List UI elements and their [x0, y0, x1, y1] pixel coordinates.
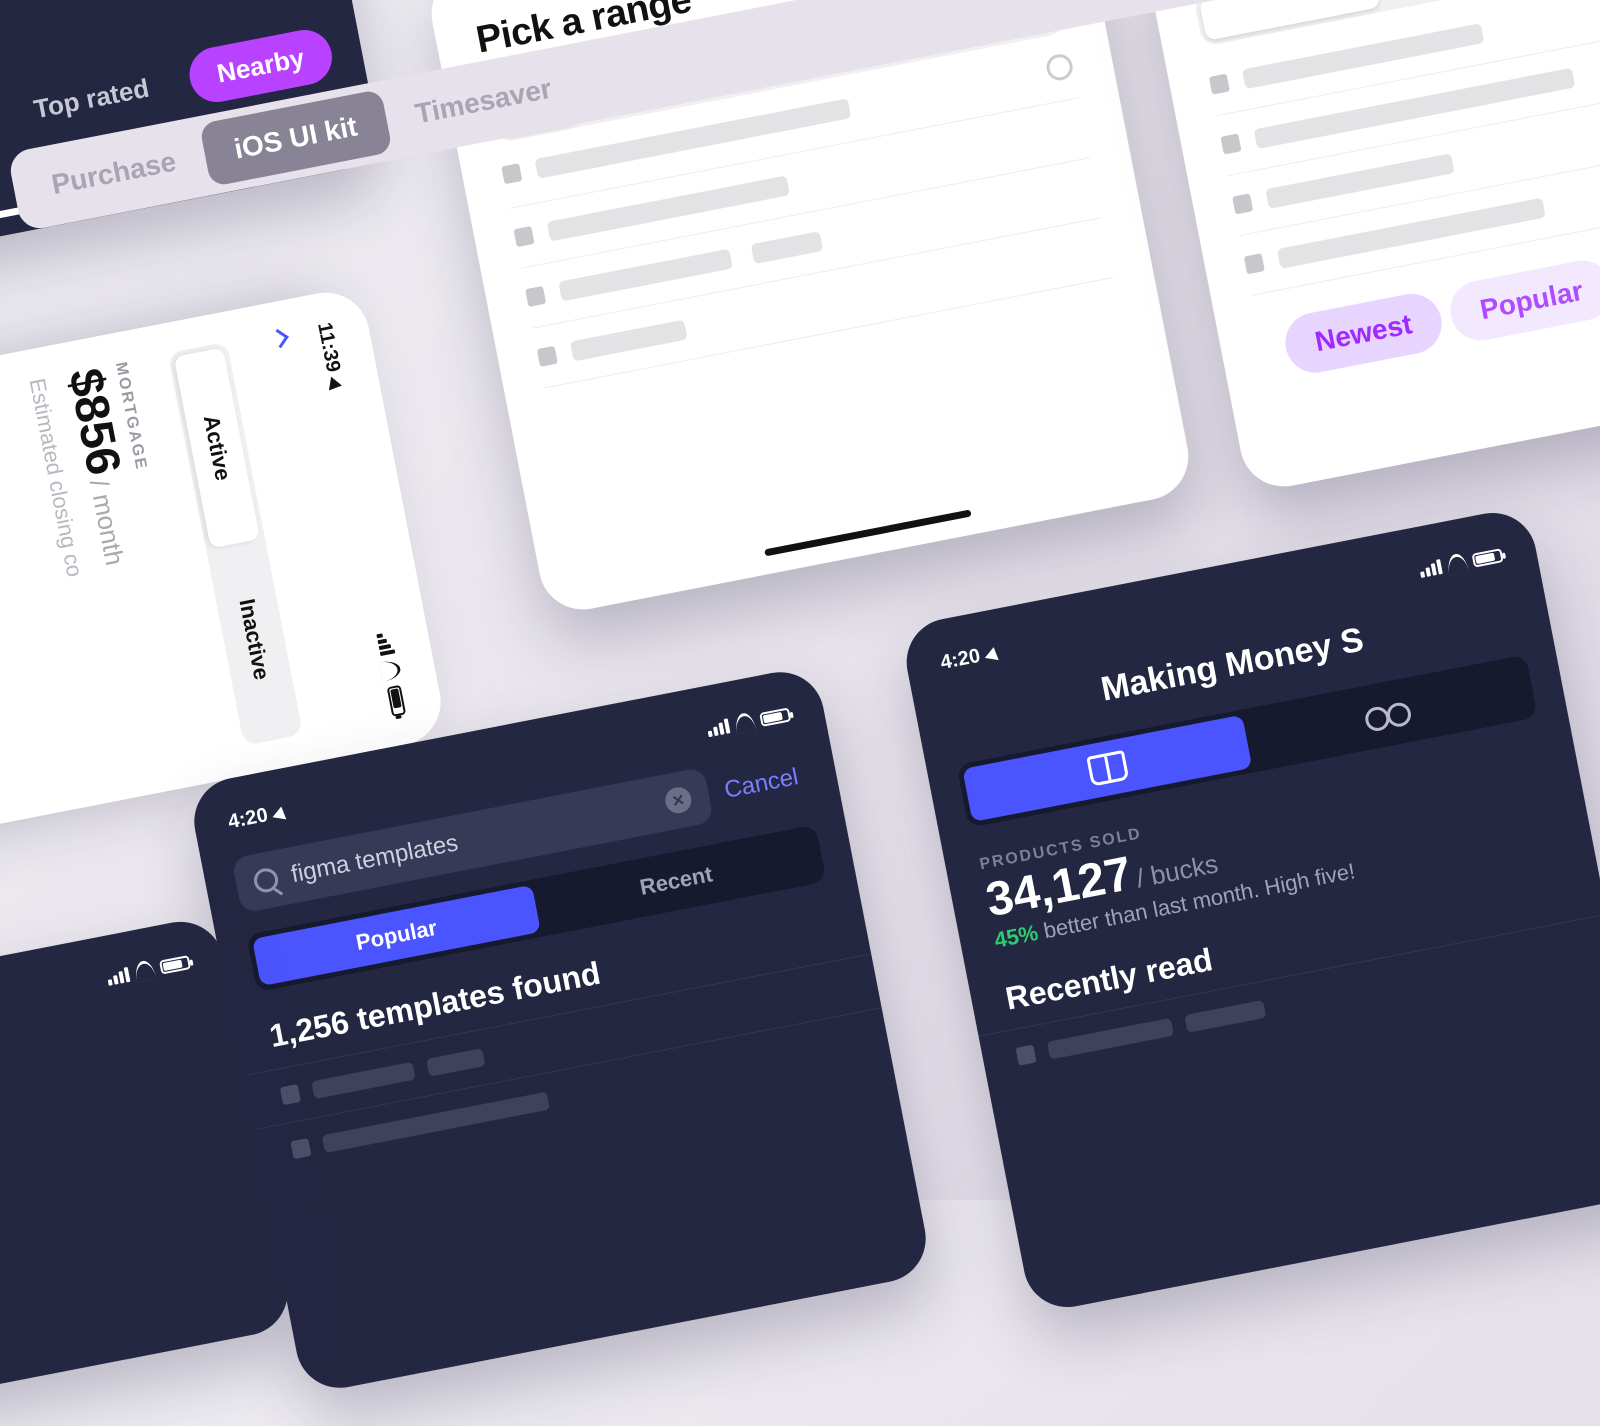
search-icon — [252, 866, 280, 894]
location-icon — [985, 646, 1001, 660]
battery-icon — [759, 707, 791, 726]
status-bar: 11:39 — [312, 321, 411, 718]
list-card-right: Newest Popular — [1142, 0, 1600, 494]
status-time: 11:39 — [313, 321, 344, 374]
radio-icon[interactable] — [1044, 52, 1074, 82]
back-chevron-icon[interactable] — [269, 329, 288, 348]
signal-icon — [106, 966, 130, 985]
wifi-icon — [379, 659, 402, 682]
mortgage-unit: / month — [84, 477, 130, 568]
filter-pill-newest[interactable]: Newest — [1280, 289, 1447, 378]
wifi-icon — [733, 711, 756, 734]
filter-pill-popular[interactable]: Popular — [1445, 255, 1600, 345]
wifi-icon — [1445, 552, 1468, 575]
location-icon — [273, 805, 289, 819]
signal-icon — [706, 718, 730, 737]
cancel-button[interactable]: Cancel — [712, 748, 812, 820]
wifi-icon — [133, 959, 156, 982]
clear-icon[interactable] — [663, 785, 693, 815]
glasses-icon — [1363, 701, 1412, 727]
status-time: 4:20 — [939, 645, 982, 674]
battery-icon — [387, 685, 406, 717]
home-indicator[interactable] — [764, 509, 971, 556]
seg-active[interactable]: Active — [174, 347, 260, 548]
battery-icon — [159, 955, 191, 974]
battery-icon — [1471, 548, 1503, 567]
seg-inactive[interactable]: Inactive — [211, 539, 297, 740]
book-icon — [1086, 750, 1129, 787]
stats-card: 4:20 Making Money S PRODUCTS SOLD 34,127… — [899, 505, 1600, 1314]
signal-icon — [1418, 559, 1442, 578]
search-card: 4:20 figma templates Cancel Popular Rece… — [187, 665, 934, 1396]
signal-icon — [376, 632, 395, 656]
location-icon — [329, 377, 343, 393]
